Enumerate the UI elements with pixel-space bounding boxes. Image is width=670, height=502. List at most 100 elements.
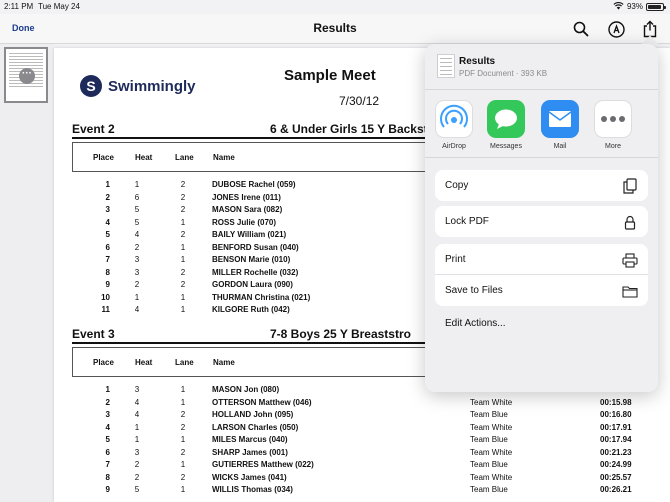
time-cell: 00:25.57 — [600, 472, 632, 482]
share-app-airdrop[interactable]: AirDrop — [429, 100, 479, 150]
action-label: Copy — [445, 180, 469, 191]
battery-icon — [646, 2, 666, 11]
copy-icon — [622, 178, 638, 194]
share-app-messages[interactable]: Messages — [481, 100, 531, 150]
lane-cell: 2 — [180, 205, 186, 214]
lane-cell: 2 — [180, 230, 186, 239]
place-cell: 6 — [105, 242, 110, 252]
file-thumbnail — [437, 54, 455, 78]
heat-cell: 4 — [134, 230, 140, 239]
name-cell: BENSON Marie (010) — [212, 255, 291, 264]
name-cell: ROSS Julie (070) — [212, 217, 277, 227]
name-cell: WICKS James (041) — [212, 472, 287, 482]
lane-cell: 1 — [180, 485, 186, 494]
place-cell: 2 — [105, 192, 110, 202]
lock-pdf-action[interactable]: Lock PDF — [435, 206, 648, 237]
lane-cell: 2 — [180, 192, 186, 202]
share-sheet-header: Results PDF Document · 393 KB — [425, 44, 658, 90]
page-thumbnail[interactable]: ··· — [4, 47, 48, 103]
table-row: 7 2 1 GUTIERRES Matthew (022) Team Blue 00:24… — [72, 460, 632, 472]
time-cell: 00:16.80 — [600, 410, 632, 419]
time-cell: 00:24.99 — [600, 460, 632, 469]
share-sheet: Results PDF Document · 393 KB AirDrop Me… — [425, 44, 658, 392]
heat-cell: 3 — [134, 385, 140, 394]
event-description: 6 & Under Girls 15 Y Backst — [270, 122, 428, 136]
share-app-more[interactable]: More — [588, 100, 638, 150]
place-cell: 11 — [101, 305, 110, 314]
heat-cell: 4 — [134, 410, 140, 419]
share-app-mail[interactable]: Mail — [535, 100, 585, 150]
battery-percent: 93% — [626, 2, 643, 11]
heat-cell: 6 — [134, 192, 140, 202]
action-group-lock: Lock PDF — [435, 206, 648, 237]
edit-actions-link[interactable]: Edit Actions... — [445, 318, 506, 329]
team-cell: Team Blue — [470, 460, 508, 469]
share-app-label: Mail — [553, 143, 567, 150]
place-cell: 4 — [105, 217, 110, 227]
table-row: 8 2 2 WICKS James (041) Team White 00:25.57 — [72, 473, 632, 485]
table-row: 3 4 2 HOLLAND John (095) Team Blue 00:16.80 — [72, 410, 632, 422]
folder-icon — [622, 283, 638, 299]
col-place: Place — [93, 153, 114, 162]
time-cell: 00:15.98 — [600, 397, 632, 407]
swimmingly-logo-icon: S — [80, 75, 102, 97]
name-cell: GORDON Laura (090) — [212, 280, 293, 289]
action-label: Print — [445, 254, 466, 265]
status-time: 2:11 PM — [4, 2, 34, 11]
page-title: Results — [313, 21, 357, 35]
team-cell: Team White — [470, 472, 513, 482]
action-label: Save to Files — [445, 285, 503, 296]
lane-cell: 2 — [180, 472, 186, 482]
lane-cell: 1 — [180, 460, 186, 469]
team-cell: Team Blue — [470, 435, 508, 444]
lane-cell: 1 — [180, 292, 186, 302]
messages-icon — [487, 100, 525, 138]
heat-cell: 5 — [134, 485, 140, 494]
thumbnail-sidebar: ··· — [0, 44, 54, 502]
print-action[interactable]: Print — [435, 244, 648, 275]
lane-cell: 1 — [180, 397, 186, 407]
time-cell: 00:17.91 — [600, 422, 632, 432]
heat-cell: 4 — [134, 397, 140, 407]
time-cell: 00:17.94 — [600, 435, 632, 444]
heat-cell: 3 — [134, 255, 140, 264]
place-cell: 10 — [101, 292, 110, 302]
place-cell: 4 — [105, 422, 110, 432]
markup-icon[interactable] — [606, 19, 626, 39]
lane-cell: 2 — [180, 422, 186, 432]
lane-cell: 2 — [180, 180, 186, 189]
name-cell: THURMAN Christina (021) — [212, 292, 311, 302]
heat-cell: 5 — [134, 205, 140, 214]
search-icon[interactable] — [571, 19, 591, 39]
name-cell: BAILY William (021) — [212, 230, 287, 239]
place-cell: 3 — [105, 205, 110, 214]
heat-cell: 1 — [134, 292, 140, 302]
place-cell: 6 — [105, 447, 110, 457]
col-heat: Heat — [135, 153, 153, 162]
swimmingly-logo: S Swimmingly — [80, 75, 196, 97]
action-group-copy: Copy — [435, 170, 648, 201]
event-label: Event 2 — [72, 122, 115, 136]
name-cell: DUBOSE Rachel (059) — [212, 180, 296, 189]
heat-cell: 4 — [134, 305, 140, 314]
battery-fill — [648, 4, 662, 9]
save-to-files-action[interactable]: Save to Files — [435, 275, 648, 306]
team-cell: Team White — [470, 447, 513, 457]
place-cell: 3 — [105, 410, 110, 419]
place-cell: 2 — [105, 397, 110, 407]
table-row: 2 4 1 OTTERSON Matthew (046) Team White 00:15… — [72, 398, 632, 410]
more-icon[interactable]: ··· — [19, 68, 35, 84]
file-meta: PDF Document · 393 KB — [459, 69, 548, 78]
col-heat: Heat — [135, 358, 153, 367]
table-row: 5 1 1 MILES Marcus (040) Team Blue 00:17.94 — [72, 435, 632, 447]
place-cell: 7 — [105, 460, 110, 469]
copy-action[interactable]: Copy — [435, 170, 648, 201]
time-cell: 00:21.23 — [600, 447, 632, 457]
meet-date: 7/30/12 — [339, 94, 380, 108]
place-cell: 5 — [105, 230, 110, 239]
event-description: 7-8 Boys 25 Y Breaststro — [270, 327, 411, 341]
lock-icon — [622, 214, 638, 230]
wifi-icon — [613, 1, 624, 12]
team-cell: Team Blue — [470, 410, 508, 419]
heat-cell: 3 — [134, 447, 140, 457]
